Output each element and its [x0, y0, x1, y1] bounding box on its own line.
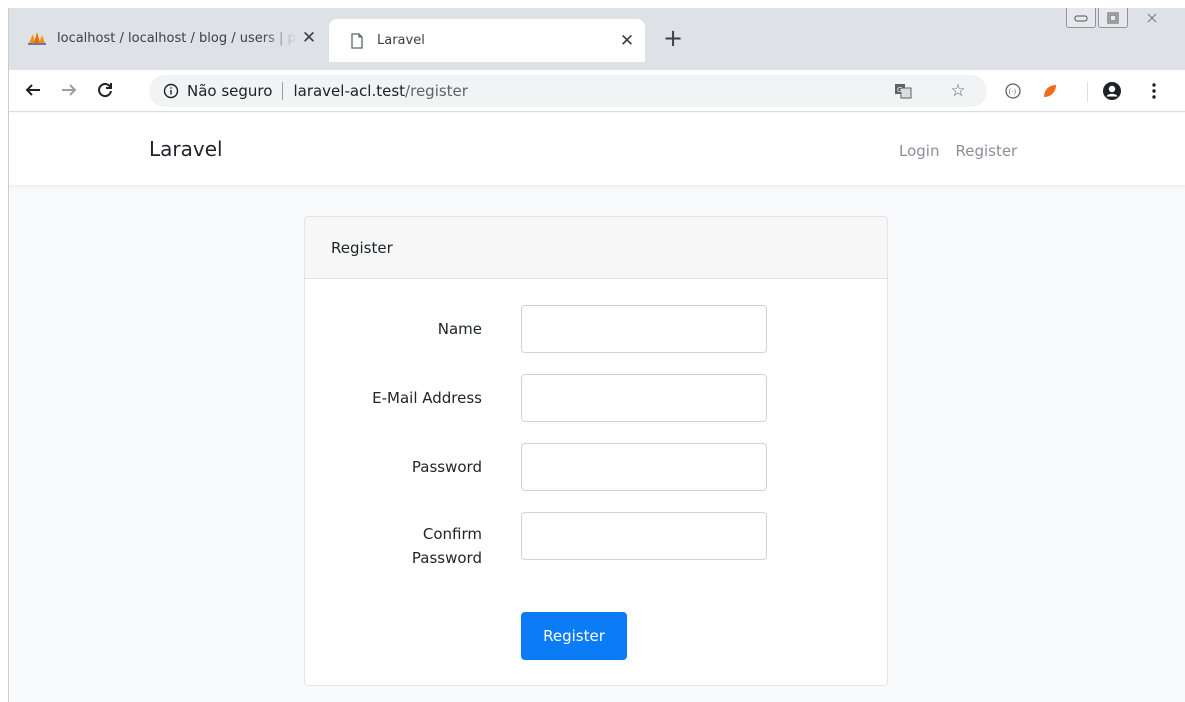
forward-arrow-icon[interactable]	[57, 78, 81, 102]
name-label: Name	[437, 320, 482, 338]
close-tab-icon[interactable]: ✕	[615, 31, 639, 51]
confirm-label-line1: Confirm	[422, 525, 482, 543]
confirm-password-label: Confirm Password	[412, 522, 482, 570]
document-icon	[347, 32, 367, 49]
svg-text:G: G	[897, 86, 902, 94]
back-arrow-icon[interactable]	[21, 78, 45, 102]
nav-register-link[interactable]: Register	[955, 142, 1017, 160]
profile-avatar-icon[interactable]	[1101, 80, 1123, 102]
email-input[interactable]	[521, 374, 767, 422]
bookmark-star-icon[interactable]: ☆	[947, 80, 969, 102]
tab-laravel[interactable]: Laravel ✕	[329, 19, 645, 62]
name-input[interactable]	[521, 305, 767, 353]
register-submit-button[interactable]: Register	[521, 612, 627, 660]
divider	[1087, 82, 1088, 102]
window-close-icon[interactable]	[1130, 8, 1174, 28]
menu-kebab-icon[interactable]	[1143, 80, 1165, 102]
site-navbar: Laravel Login Register	[9, 113, 1185, 185]
close-tab-icon[interactable]: ✕	[297, 28, 321, 48]
info-icon[interactable]	[163, 83, 179, 99]
card-header: Register	[305, 217, 887, 279]
auth-nav: Login Register	[899, 142, 1017, 160]
browser-window: localhost / localhost / blog / users | p…	[8, 8, 1185, 702]
register-card: Register Name E-Mail Address Password Co…	[304, 216, 888, 686]
brand-logo-link[interactable]: Laravel	[149, 137, 223, 161]
tab-phpmyadmin[interactable]: localhost / localhost / blog / users | p…	[27, 19, 327, 57]
maximize-icon[interactable]	[1098, 8, 1128, 28]
password-label: Password	[411, 458, 482, 476]
browser-toolbar: Não seguro laravel-acl.test/register G ☆…	[9, 70, 1185, 112]
url-host: laravel-acl.test	[293, 82, 406, 100]
tab-title: Laravel	[377, 33, 425, 48]
extension-leaf-icon[interactable]	[1039, 80, 1061, 102]
url-path: /register	[405, 82, 468, 100]
tab-title: localhost / localhost / blog / users | p…	[57, 30, 297, 46]
translate-icon[interactable]: G	[892, 80, 914, 102]
minimize-icon[interactable]	[1066, 8, 1096, 28]
reload-icon[interactable]	[93, 78, 117, 102]
tab-strip: localhost / localhost / blog / users | p…	[9, 8, 1185, 70]
confirm-label-line2: Password	[411, 549, 482, 567]
new-tab-icon[interactable]: +	[661, 26, 685, 50]
divider	[282, 82, 284, 100]
address-bar[interactable]: Não seguro laravel-acl.test/register	[149, 75, 987, 107]
password-input[interactable]	[521, 443, 767, 491]
extension-icon[interactable]: (·)	[1002, 80, 1024, 102]
nav-login-link[interactable]: Login	[899, 142, 939, 160]
security-label: Não seguro	[187, 82, 273, 100]
email-label: E-Mail Address	[372, 389, 482, 407]
phpmyadmin-icon	[27, 30, 47, 46]
page-content: Laravel Login Register Register Name E-M…	[9, 113, 1185, 702]
window-controls	[1066, 8, 1174, 28]
svg-text:(·): (·)	[1009, 88, 1017, 96]
confirm-password-input[interactable]	[521, 512, 767, 560]
